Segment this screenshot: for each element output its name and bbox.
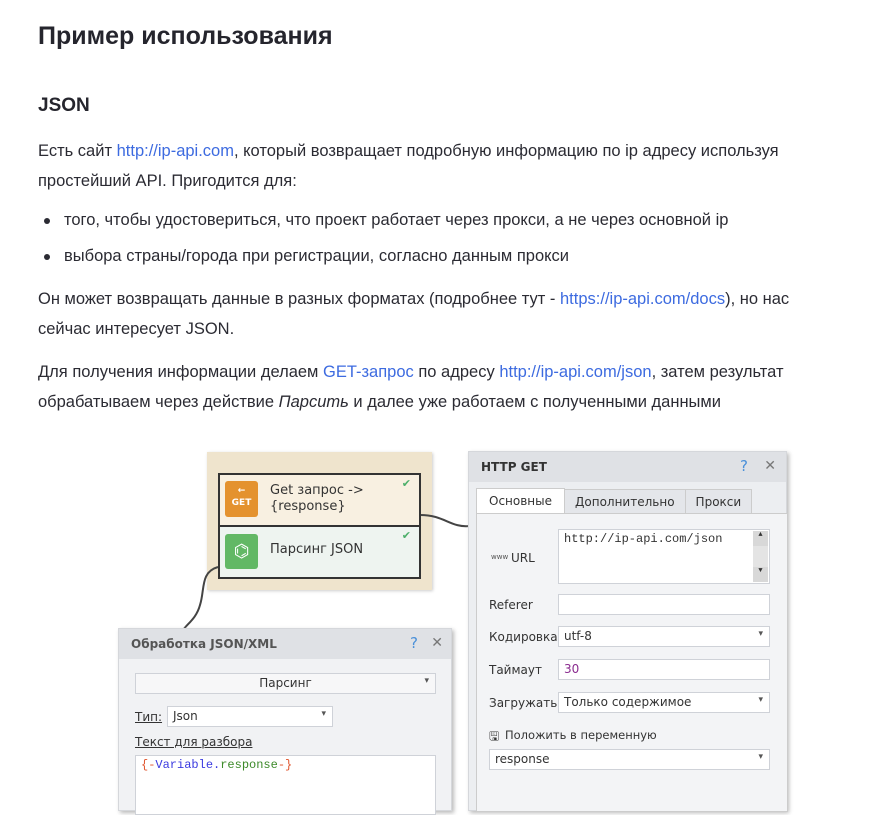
- close-icon[interactable]: ✕: [764, 458, 776, 474]
- tab-proxy[interactable]: Прокси: [685, 489, 753, 514]
- node-get-request[interactable]: ← GET Get запрос -> {response} ✔: [220, 475, 419, 527]
- scrollbar[interactable]: ▲ ▼: [753, 531, 768, 582]
- load-select[interactable]: Только содержимое: [558, 692, 770, 713]
- text-label: Текст для разбора: [135, 735, 253, 749]
- dialog-header: Обработка JSON/XML ? ✕: [119, 629, 451, 659]
- url-input[interactable]: http://ip-api.com/json ▲ ▼: [558, 529, 770, 584]
- referer-input[interactable]: [558, 594, 770, 615]
- encoding-select[interactable]: utf-8: [558, 626, 770, 647]
- node-label: Парсинг JSON: [270, 542, 364, 557]
- tree-icon: ⌬: [225, 534, 258, 569]
- help-icon[interactable]: ?: [740, 457, 748, 475]
- check-icon: ✔: [401, 477, 411, 490]
- type-label: Тип:: [135, 710, 163, 724]
- variable-label: Положить в переменную: [505, 728, 657, 742]
- json-xml-dialog: Обработка JSON/XML ? ✕ Парсинг Тип: Json…: [118, 628, 452, 815]
- http-get-dialog: HTTP GET ? ✕ Основные Дополнительно Прок…: [468, 451, 788, 812]
- globe-icon: www: [491, 553, 509, 561]
- action-block: ← GET Get запрос -> {response} ✔ ⌬ Парсинг…: [218, 473, 421, 579]
- type-select[interactable]: Json: [167, 706, 333, 727]
- dialog-title: Обработка JSON/XML: [131, 637, 277, 651]
- check-icon: ✔: [401, 529, 411, 542]
- tab-main[interactable]: Основные: [476, 488, 566, 514]
- save-icon: 🖫: [489, 729, 500, 743]
- load-label: Загружать: [489, 696, 558, 710]
- tab-additional[interactable]: Дополнительно: [565, 489, 686, 514]
- node-parse-json[interactable]: ⌬ Парсинг JSON ✔: [220, 527, 419, 577]
- tab-bar: Основные Дополнительно Прокси: [476, 488, 753, 514]
- url-label: URL: [511, 551, 535, 565]
- node-label: {response}: [270, 499, 346, 514]
- help-icon[interactable]: ?: [410, 634, 418, 652]
- mode-select[interactable]: Парсинг: [135, 673, 436, 694]
- node-label: Get запрос ->: [270, 483, 364, 498]
- dialog-header: HTTP GET ? ✕: [469, 452, 786, 482]
- get-arrow-icon: ← GET: [225, 481, 258, 517]
- parse-text-input[interactable]: {-Variable.response-}: [135, 755, 436, 815]
- timeout-input[interactable]: 30: [558, 659, 770, 680]
- variable-select[interactable]: response: [489, 749, 770, 770]
- dialog-title: HTTP GET: [481, 460, 547, 474]
- close-icon[interactable]: ✕: [431, 635, 443, 651]
- encoding-label: Кодировка: [489, 630, 558, 644]
- timeout-label: Таймаут: [489, 663, 542, 677]
- referer-label: Referer: [489, 598, 533, 612]
